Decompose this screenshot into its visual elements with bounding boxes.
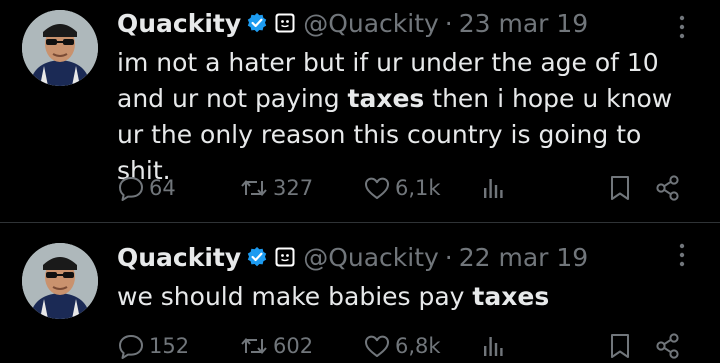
tweet[interactable]: Quackity @Quackity · 22 mar 19 we should… (0, 223, 720, 363)
share-icon (656, 333, 679, 359)
bookmark-button[interactable] (608, 173, 632, 203)
verified-badge-icon (246, 246, 268, 268)
retweet-count: 327 (273, 176, 314, 200)
like-count: 6,1k (395, 176, 441, 200)
avatar[interactable] (22, 10, 98, 86)
author-handle[interactable]: @Quackity (303, 9, 439, 38)
affiliate-badge-icon[interactable] (275, 247, 295, 267)
tweet-header: Quackity @Quackity · 22 mar 19 (117, 240, 588, 274)
reply-icon (119, 335, 143, 359)
reply-button[interactable]: 64 (117, 173, 176, 203)
bookmark-icon (611, 176, 629, 200)
retweet-count: 602 (273, 334, 314, 358)
retweet-button[interactable]: 327 (239, 173, 313, 203)
views-button[interactable] (481, 173, 505, 203)
views-icon (484, 179, 503, 198)
tweet-date[interactable]: 23 mar 19 (459, 9, 588, 38)
author-name[interactable]: Quackity (117, 9, 241, 38)
affiliate-badge-icon[interactable] (275, 13, 295, 33)
reply-icon (119, 177, 143, 201)
bookmark-icon (611, 334, 629, 358)
tweet-text: we should make babies pay taxes (117, 279, 697, 315)
heart-icon (365, 335, 389, 357)
tweet-text-part: we should make babies pay (117, 282, 473, 311)
retweet-icon (241, 337, 267, 355)
separator: · (444, 8, 453, 38)
avatar-image (22, 10, 98, 86)
author-handle[interactable]: @Quackity (303, 243, 439, 272)
more-options-icon[interactable] (675, 12, 689, 42)
avatar[interactable] (22, 243, 98, 319)
like-count: 6,8k (395, 334, 441, 358)
tweet[interactable]: Quackity @Quackity · 23 mar 19 im not a … (0, 0, 720, 222)
reply-count: 152 (149, 334, 190, 358)
tweet-header: Quackity @Quackity · 23 mar 19 (117, 6, 588, 40)
author-name[interactable]: Quackity (117, 243, 241, 272)
retweet-icon (241, 179, 267, 197)
avatar-image (22, 243, 98, 319)
like-button[interactable]: 6,1k (363, 173, 441, 203)
views-icon (484, 337, 503, 356)
tweet-text: im not a hater but if ur under the age o… (117, 45, 697, 189)
verified-badge-icon (246, 12, 268, 34)
more-options-icon[interactable] (675, 240, 689, 270)
tweet-text-keyword[interactable]: taxes (472, 282, 549, 311)
reply-count: 64 (149, 176, 176, 200)
heart-icon (365, 177, 389, 199)
share-icon (656, 175, 679, 201)
tweet-text-keyword[interactable]: taxes (348, 84, 425, 113)
tweet-actions: 64 327 6,1k (117, 173, 697, 203)
separator: · (444, 242, 453, 272)
tweet-date[interactable]: 22 mar 19 (459, 243, 588, 272)
share-button[interactable] (654, 173, 682, 203)
